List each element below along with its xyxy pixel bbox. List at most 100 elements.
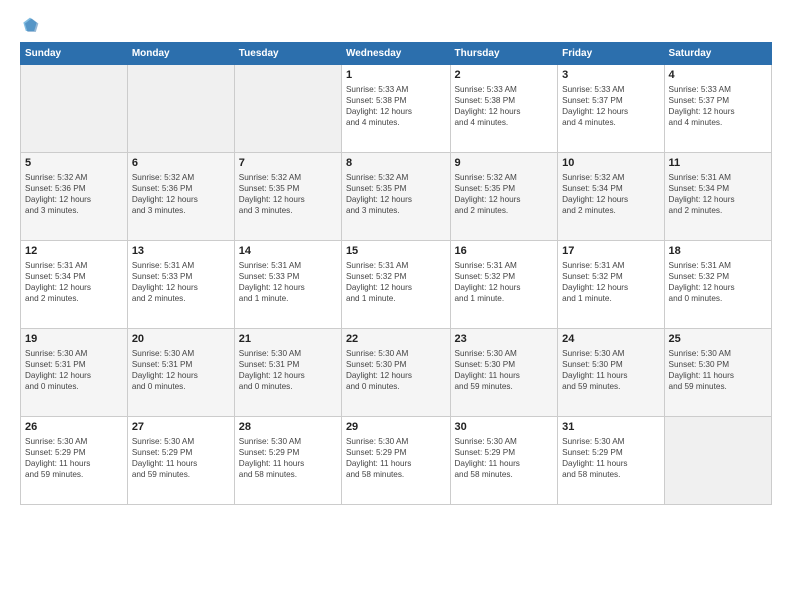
day-number: 30 <box>455 420 554 434</box>
day-info: Sunrise: 5:33 AM Sunset: 5:38 PM Dayligh… <box>346 84 446 128</box>
day-info: Sunrise: 5:30 AM Sunset: 5:30 PM Dayligh… <box>669 348 767 392</box>
day-number: 20 <box>132 332 230 346</box>
day-info: Sunrise: 5:31 AM Sunset: 5:33 PM Dayligh… <box>239 260 337 304</box>
calendar-cell: 31Sunrise: 5:30 AM Sunset: 5:29 PM Dayli… <box>558 417 664 505</box>
calendar-table: SundayMondayTuesdayWednesdayThursdayFrid… <box>20 42 772 505</box>
day-number: 29 <box>346 420 446 434</box>
calendar-week-3: 12 Sunrise: 5:31 AM Sunset: 5:34 PM Dayli… <box>21 241 772 329</box>
day-info: Sunrise: 5:31 AM Sunset: 5:32 PM Dayligh… <box>669 260 767 304</box>
calendar-cell: 15 Sunrise: 5:31 AM Sunset: 5:32 PM Dayli… <box>341 241 450 329</box>
calendar-cell: 21 Sunrise: 5:30 AM Sunset: 5:31 PM Dayli… <box>234 329 341 417</box>
day-info: Sunrise: 5:30 AM Sunset: 5:31 PM Dayligh… <box>25 348 123 392</box>
day-number: 13 <box>132 244 230 258</box>
day-info: Sunrise: 5:30 AM Sunset: 5:29 PM Dayligh… <box>562 436 659 480</box>
calendar-week-2: 5 Sunrise: 5:32 AM Sunset: 5:36 PM Daylig… <box>21 153 772 241</box>
day-info: Sunrise: 5:32 AM Sunset: 5:35 PM Dayligh… <box>346 172 446 216</box>
day-info: Sunrise: 5:31 AM Sunset: 5:32 PM Dayligh… <box>562 260 659 304</box>
calendar-cell <box>664 417 771 505</box>
calendar-cell: 30 Sunrise: 5:30 AM Sunset: 5:29 PM Dayli… <box>450 417 558 505</box>
calendar-cell: 24 Sunrise: 5:30 AM Sunset: 5:30 PM Dayli… <box>558 329 664 417</box>
calendar-cell: 5 Sunrise: 5:32 AM Sunset: 5:36 PM Daylig… <box>21 153 128 241</box>
calendar-week-1: 1Sunrise: 5:33 AM Sunset: 5:38 PM Daylig… <box>21 65 772 153</box>
col-header-tuesday: Tuesday <box>234 43 341 65</box>
calendar-cell: 7 Sunrise: 5:32 AM Sunset: 5:35 PM Daylig… <box>234 153 341 241</box>
day-info: Sunrise: 5:32 AM Sunset: 5:34 PM Dayligh… <box>562 172 659 216</box>
day-number: 12 <box>25 244 123 258</box>
calendar-cell: 25 Sunrise: 5:30 AM Sunset: 5:30 PM Dayli… <box>664 329 771 417</box>
calendar-cell: 11 Sunrise: 5:31 AM Sunset: 5:34 PM Dayli… <box>664 153 771 241</box>
day-number: 19 <box>25 332 123 346</box>
day-number: 11 <box>669 156 767 170</box>
day-number: 25 <box>669 332 767 346</box>
day-number: 18 <box>669 244 767 258</box>
day-number: 4 <box>669 68 767 82</box>
calendar-cell: 27 Sunrise: 5:30 AM Sunset: 5:29 PM Dayli… <box>127 417 234 505</box>
calendar-cell: 4 Sunrise: 5:33 AM Sunset: 5:37 PM Daylig… <box>664 65 771 153</box>
day-info: Sunrise: 5:30 AM Sunset: 5:29 PM Dayligh… <box>455 436 554 480</box>
day-info: Sunrise: 5:32 AM Sunset: 5:35 PM Dayligh… <box>455 172 554 216</box>
day-number: 7 <box>239 156 337 170</box>
day-number: 17 <box>562 244 659 258</box>
col-header-sunday: Sunday <box>21 43 128 65</box>
day-info: Sunrise: 5:31 AM Sunset: 5:34 PM Dayligh… <box>25 260 123 304</box>
calendar-cell: 23 Sunrise: 5:30 AM Sunset: 5:30 PM Dayli… <box>450 329 558 417</box>
day-number: 24 <box>562 332 659 346</box>
calendar-cell: 28 Sunrise: 5:30 AM Sunset: 5:29 PM Dayli… <box>234 417 341 505</box>
day-number: 15 <box>346 244 446 258</box>
calendar-cell <box>21 65 128 153</box>
header-row: SundayMondayTuesdayWednesdayThursdayFrid… <box>21 43 772 65</box>
calendar-cell: 19 Sunrise: 5:30 AM Sunset: 5:31 PM Dayli… <box>21 329 128 417</box>
day-number: 26 <box>25 420 123 434</box>
calendar-cell <box>234 65 341 153</box>
day-number: 9 <box>455 156 554 170</box>
day-number: 23 <box>455 332 554 346</box>
day-number: 8 <box>346 156 446 170</box>
day-info: Sunrise: 5:32 AM Sunset: 5:35 PM Dayligh… <box>239 172 337 216</box>
calendar-cell: 13 Sunrise: 5:31 AM Sunset: 5:33 PM Dayli… <box>127 241 234 329</box>
day-number: 22 <box>346 332 446 346</box>
logo-icon <box>20 16 40 36</box>
calendar-cell: 1Sunrise: 5:33 AM Sunset: 5:38 PM Daylig… <box>341 65 450 153</box>
day-info: Sunrise: 5:30 AM Sunset: 5:29 PM Dayligh… <box>132 436 230 480</box>
calendar-cell: 22 Sunrise: 5:30 AM Sunset: 5:30 PM Dayli… <box>341 329 450 417</box>
col-header-saturday: Saturday <box>664 43 771 65</box>
logo <box>20 16 44 36</box>
col-header-monday: Monday <box>127 43 234 65</box>
calendar-week-4: 19 Sunrise: 5:30 AM Sunset: 5:31 PM Dayli… <box>21 329 772 417</box>
day-info: Sunrise: 5:33 AM Sunset: 5:37 PM Dayligh… <box>669 84 767 128</box>
day-info: Sunrise: 5:32 AM Sunset: 5:36 PM Dayligh… <box>132 172 230 216</box>
day-info: Sunrise: 5:30 AM Sunset: 5:31 PM Dayligh… <box>239 348 337 392</box>
calendar-cell: 26Sunrise: 5:30 AM Sunset: 5:29 PM Dayli… <box>21 417 128 505</box>
day-info: Sunrise: 5:30 AM Sunset: 5:29 PM Dayligh… <box>239 436 337 480</box>
calendar-cell: 12 Sunrise: 5:31 AM Sunset: 5:34 PM Dayli… <box>21 241 128 329</box>
day-number: 27 <box>132 420 230 434</box>
day-info: Sunrise: 5:30 AM Sunset: 5:30 PM Dayligh… <box>346 348 446 392</box>
calendar-cell: 29 Sunrise: 5:30 AM Sunset: 5:29 PM Dayli… <box>341 417 450 505</box>
day-info: Sunrise: 5:33 AM Sunset: 5:37 PM Dayligh… <box>562 84 659 128</box>
day-number: 21 <box>239 332 337 346</box>
calendar-cell: 20 Sunrise: 5:30 AM Sunset: 5:31 PM Dayli… <box>127 329 234 417</box>
day-info: Sunrise: 5:30 AM Sunset: 5:31 PM Dayligh… <box>132 348 230 392</box>
day-info: Sunrise: 5:32 AM Sunset: 5:36 PM Dayligh… <box>25 172 123 216</box>
day-number: 16 <box>455 244 554 258</box>
calendar-week-5: 26 Sunrise: 5:30 AM Sunset: 5:29 PM Dayli… <box>21 417 772 505</box>
day-number: 28 <box>239 420 337 434</box>
day-number: 5 <box>25 156 123 170</box>
calendar-cell <box>127 65 234 153</box>
day-info: Sunrise: 5:30 AM Sunset: 5:29 PM Dayligh… <box>346 436 446 480</box>
day-info: Sunrise: 5:31 AM Sunset: 5:34 PM Dayligh… <box>669 172 767 216</box>
col-header-wednesday: Wednesday <box>341 43 450 65</box>
calendar-cell: 10 Sunrise: 5:32 AM Sunset: 5:34 PM Dayli… <box>558 153 664 241</box>
page: SundayMondayTuesdayWednesdayThursdayFrid… <box>0 0 792 515</box>
calendar-cell: 8 Sunrise: 5:32 AM Sunset: 5:35 PM Daylig… <box>341 153 450 241</box>
calendar-cell: 18 Sunrise: 5:31 AM Sunset: 5:32 PM Dayli… <box>664 241 771 329</box>
day-info: Sunrise: 5:31 AM Sunset: 5:32 PM Dayligh… <box>346 260 446 304</box>
calendar-cell: 14Sunrise: 5:31 AM Sunset: 5:33 PM Dayli… <box>234 241 341 329</box>
day-number: 3 <box>562 68 659 82</box>
day-number: 10 <box>562 156 659 170</box>
day-info: Sunrise: 5:31 AM Sunset: 5:33 PM Dayligh… <box>132 260 230 304</box>
col-header-thursday: Thursday <box>450 43 558 65</box>
day-info: Sunrise: 5:33 AM Sunset: 5:38 PM Dayligh… <box>455 84 554 128</box>
day-info: Sunrise: 5:30 AM Sunset: 5:30 PM Dayligh… <box>562 348 659 392</box>
day-info: Sunrise: 5:30 AM Sunset: 5:30 PM Dayligh… <box>455 348 554 392</box>
